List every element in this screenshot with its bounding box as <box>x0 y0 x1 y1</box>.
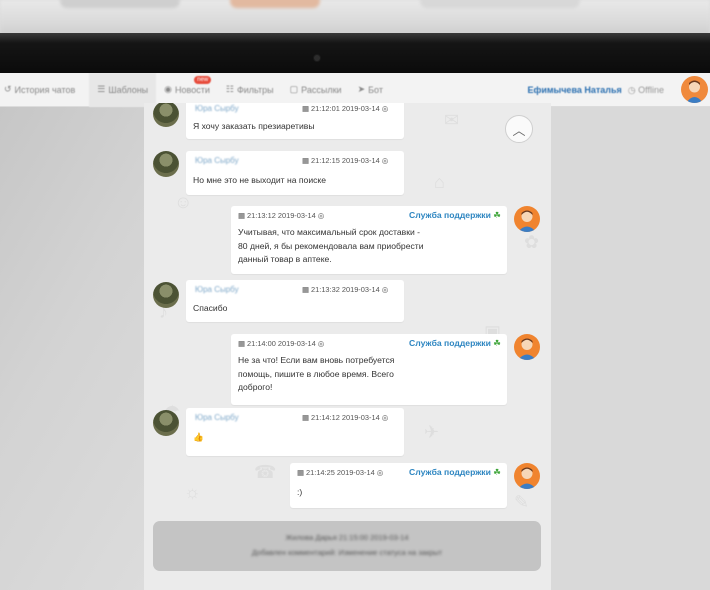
nav-mailings[interactable]: ▢ Рассылки <box>282 73 350 107</box>
message-timestamp: ▦ 21:14:25 2019-03-14 ◎ <box>297 468 384 477</box>
message-agent: ▦ 21:13:12 2019-03-14 ◎ Служба поддержки… <box>231 206 507 274</box>
agent-avatar <box>514 334 540 360</box>
clock-icon: ▦ <box>302 104 309 113</box>
mailing-icon: ▢ <box>289 84 299 94</box>
message-client: Юра Сырбу ▦ 21:12:01 2019-03-14 ◎ Я хочу… <box>186 103 404 139</box>
sender-name: Юра Сырбу <box>195 413 239 422</box>
clover-icon: ☘ <box>493 210 501 220</box>
message-timestamp: ▦ 21:12:15 2019-03-14 ◎ <box>302 156 389 165</box>
webcam <box>314 55 320 61</box>
list-icon: ☰ <box>97 84 106 94</box>
clock-icon: ▦ <box>302 285 309 294</box>
background-photo-strip <box>0 0 710 34</box>
nav-label: Бот <box>368 84 383 95</box>
nav-label: Фильтры <box>236 84 274 95</box>
user-name: Ефимычева Наталья <box>527 85 622 95</box>
scroll-up-button[interactable]: ︿ <box>505 115 533 143</box>
agent-avatar <box>514 463 540 489</box>
system-note-text: Добавлен комментарий: Изменение статуса … <box>251 548 443 557</box>
user-status[interactable]: ◷ Offline <box>628 85 664 96</box>
status-icon: ◷ <box>627 84 639 95</box>
nav-label: Новости <box>175 84 210 95</box>
clock-icon: ▦ <box>238 339 245 348</box>
client-avatar <box>153 410 179 436</box>
top-navbar: ↺ История чатов ☰ Шаблоны ◉ Новости new … <box>0 73 710 107</box>
message-agent: ▦ 21:14:00 2019-03-14 ◎ Служба поддержки… <box>231 334 507 405</box>
filter-icon: ☷ <box>225 84 234 94</box>
eye-icon: ◎ <box>381 104 389 113</box>
eye-icon: ◎ <box>381 285 389 294</box>
sender-name: Юра Сырбу <box>195 156 239 165</box>
nav-label: История чатов <box>14 84 76 95</box>
system-note: Жилова Дарья 21:15:00 2019-03-14 Добавле… <box>153 521 541 571</box>
clock-icon: ▦ <box>238 211 245 220</box>
nav-filters[interactable]: ☷ Фильтры <box>218 73 282 107</box>
clock-icon: ▦ <box>302 413 309 422</box>
nav-templates[interactable]: ☰ Шаблоны <box>89 73 157 107</box>
message-agent: ▦ 21:14:25 2019-03-14 ◎ Служба поддержки… <box>290 463 507 508</box>
chevron-up-icon: ︿ <box>512 122 526 138</box>
eye-icon: ◎ <box>317 339 325 348</box>
message-client: Юра Сырбу ▦ 21:12:15 2019-03-14 ◎ Но мне… <box>186 151 404 195</box>
message-text: Но мне это не выходит на поиске <box>193 175 327 185</box>
message-text: Учитывая, что максимальный срок доставки… <box>238 227 424 264</box>
nav-chat-history[interactable]: ↺ История чатов <box>0 73 83 107</box>
message-timestamp: ▦ 21:14:12 2019-03-14 ◎ <box>302 413 389 422</box>
message-text: 👍 <box>193 432 204 442</box>
agent-avatar <box>514 206 540 232</box>
nav-bot[interactable]: ➤ Бот <box>350 73 391 107</box>
nav-news[interactable]: ◉ Новости new <box>156 73 218 107</box>
agent-name: Служба поддержки ☘ <box>409 467 501 477</box>
message-client: Юра Сырбу ▦ 21:14:12 2019-03-14 ◎ 👍 <box>186 408 404 456</box>
news-icon: ◉ <box>164 84 173 94</box>
eye-icon: ◎ <box>376 468 384 477</box>
message-text: Спасибо <box>193 303 228 313</box>
monitor-bezel <box>0 33 710 73</box>
clock-icon: ▦ <box>297 468 304 477</box>
screen: ↺ История чатов ☰ Шаблоны ◉ Новости new … <box>0 73 710 590</box>
message-text: Я хочу заказать презиаретивы <box>193 121 315 131</box>
user-avatar[interactable] <box>681 76 708 103</box>
clover-icon: ☘ <box>493 467 501 477</box>
eye-icon: ◎ <box>381 413 389 422</box>
message-timestamp: ▦ 21:13:12 2019-03-14 ◎ <box>238 211 325 220</box>
bot-icon: ➤ <box>357 84 366 94</box>
sender-name: Юра Сырбу <box>195 285 239 294</box>
clock-icon: ▦ <box>302 156 309 165</box>
clover-icon: ☘ <box>493 338 501 348</box>
nav-label: Рассылки <box>301 84 342 95</box>
nav-label: Шаблоны <box>108 84 149 95</box>
message-timestamp: ▦ 21:13:32 2019-03-14 ◎ <box>302 285 389 294</box>
message-timestamp: ▦ 21:14:00 2019-03-14 ◎ <box>238 339 325 348</box>
message-text: Не за что! Если вам вновь потребуется по… <box>238 355 395 392</box>
sender-name: Юра Сырбу <box>195 104 239 113</box>
news-badge: new <box>194 75 212 84</box>
client-avatar <box>153 151 179 177</box>
message-text: :) <box>297 487 303 497</box>
history-icon: ↺ <box>4 84 12 94</box>
agent-name: Служба поддержки ☘ <box>409 338 501 348</box>
chat-panel[interactable]: ✉ ☺ ⌂ ✿ ♪ ▣ ☂ ✈ ☼ ☎ ✎ ♥ ︿ Юра Сырбу ▦ 21… <box>144 103 551 590</box>
current-user[interactable]: Ефимычева Наталья ◷ Offline <box>527 73 664 107</box>
eye-icon: ◎ <box>317 211 325 220</box>
system-note-author: Жилова Дарья 21:15:00 2019-03-14 <box>285 533 409 542</box>
message-client: Юра Сырбу ▦ 21:13:32 2019-03-14 ◎ Спасиб… <box>186 280 404 322</box>
client-avatar <box>153 103 179 127</box>
client-avatar <box>153 282 179 308</box>
message-timestamp: ▦ 21:12:01 2019-03-14 ◎ <box>302 104 389 113</box>
eye-icon: ◎ <box>381 156 389 165</box>
agent-name: Служба поддержки ☘ <box>409 210 501 220</box>
